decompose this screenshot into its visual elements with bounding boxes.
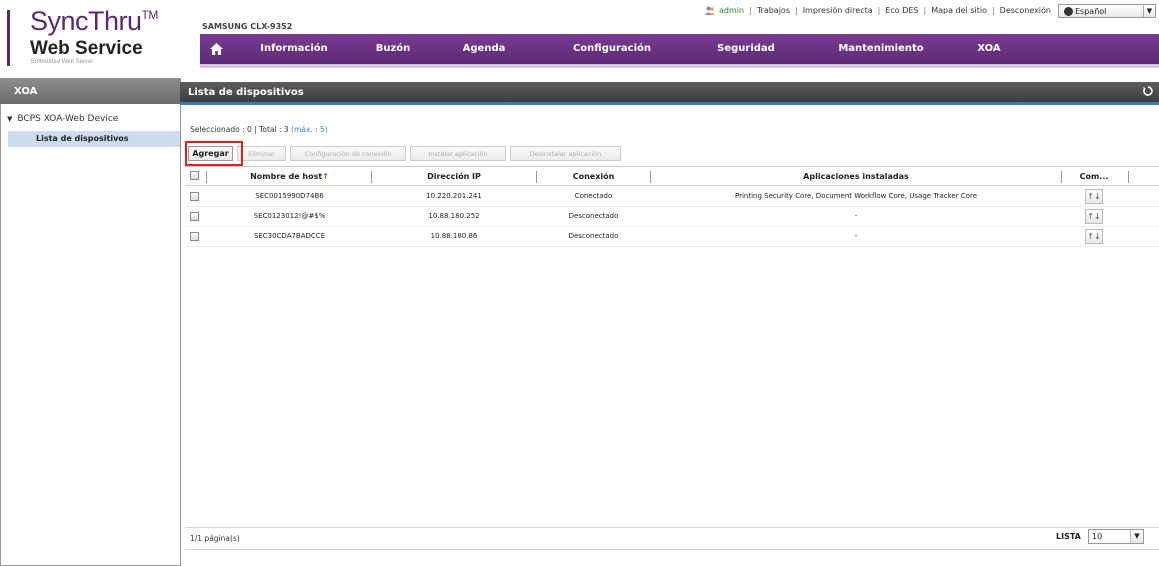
col-header-host[interactable]: Nombre de host↑ <box>207 167 372 186</box>
col-header-apps[interactable]: Aplicaciones instaladas <box>651 167 1061 186</box>
chevron-down-icon: ▼ <box>1130 530 1143 543</box>
refresh-icon[interactable] <box>1143 86 1153 96</box>
list-size-value: 10 <box>1092 532 1103 541</box>
table-header: Nombre de host↑ Dirección IP Conexión Ap… <box>185 166 1159 186</box>
sidebar-item-device-list[interactable]: Lista de dispositivos <box>8 131 180 147</box>
highlight-box <box>185 141 243 166</box>
nav-configuracion[interactable]: Configuración <box>540 34 684 64</box>
cell-ip: 10.88.180.252 <box>428 212 480 220</box>
select-all-checkbox[interactable] <box>190 171 199 180</box>
nav-seguridad[interactable]: Seguridad <box>684 34 808 64</box>
reorder-icon[interactable]: ↑↓ <box>1085 189 1103 204</box>
logo-subtitle: Web Service <box>30 38 143 59</box>
logo-title: SyncThruTM <box>30 6 158 36</box>
cell-apps: - <box>854 212 858 220</box>
delete-button[interactable]: Eliminar <box>237 146 286 161</box>
connection-config-button[interactable]: Configuración de conexión <box>290 146 406 161</box>
page-title: Lista de dispositivos <box>180 82 1159 102</box>
cell-ip: 10.220.201.241 <box>426 192 482 200</box>
home-button[interactable] <box>202 34 230 64</box>
table-row[interactable]: SEC0015990D74B6 10.220.201.241 Conectado… <box>185 187 1159 207</box>
cell-apps: - <box>854 232 858 240</box>
cell-connection: Conectado <box>574 192 613 200</box>
col-header-connection[interactable]: Conexión <box>537 167 650 186</box>
sidebar-title: XOA <box>0 78 181 104</box>
chevron-down-icon: ▼ <box>1143 5 1155 17</box>
sidebar-tree-root[interactable]: ▼ BCPS XOA-Web Device <box>7 114 118 124</box>
cell-ip: 10.88.180.86 <box>430 232 478 240</box>
action-toolbar: Agregar Eliminar Configuración de conexi… <box>188 146 625 161</box>
col-header-ip[interactable]: Dirección IP <box>372 167 536 186</box>
util-link-logout[interactable]: Desconexión <box>1000 6 1051 15</box>
nav-agenda[interactable]: Agenda <box>428 34 540 64</box>
language-value: Español <box>1075 6 1107 16</box>
footer-divider <box>185 527 1159 528</box>
cell-host: SEC0015990D74B6 <box>255 192 324 200</box>
list-size-select[interactable]: 10 ▼ <box>1088 529 1144 544</box>
user-icon <box>705 6 716 15</box>
row-checkbox[interactable] <box>190 232 199 241</box>
globe-icon <box>1064 6 1073 16</box>
cell-apps: Printing Security Core, Document Workflo… <box>735 192 977 200</box>
nav-buzon[interactable]: Buzón <box>358 34 428 64</box>
home-icon <box>209 43 223 55</box>
utility-links: admin | Trabajos | Impresión directa | E… <box>705 6 1051 15</box>
logo-stripe <box>7 10 10 66</box>
expand-caret-icon[interactable]: ▼ <box>7 115 12 123</box>
row-checkbox[interactable] <box>190 212 199 221</box>
title-accent-bar <box>180 102 1159 105</box>
language-select[interactable]: Español ▼ <box>1058 4 1156 18</box>
page-count: 1/1 página(s) <box>190 534 240 543</box>
selection-info: Seleccionado : 0 | Total : 3 (máx. : 5) <box>190 125 328 134</box>
cell-host: SEC30CDA7BADCCE <box>253 232 326 240</box>
uninstall-app-button[interactable]: Desinstalar aplicación <box>510 146 621 161</box>
util-link-jobs[interactable]: Trabajos <box>757 6 790 15</box>
sidebar <box>0 78 181 566</box>
user-link[interactable]: admin <box>719 6 744 15</box>
reorder-icon[interactable]: ↑↓ <box>1085 229 1103 244</box>
device-model: SAMSUNG CLX-9352 <box>202 22 293 31</box>
reorder-icon[interactable]: ↑↓ <box>1085 209 1103 224</box>
footer-bottom-line <box>185 549 1159 550</box>
top-nav: Información Buzón Agenda Configuración S… <box>200 34 1159 64</box>
cell-connection: Desconectado <box>568 232 619 240</box>
util-link-direct-print[interactable]: Impresión directa <box>803 6 873 15</box>
logo-tagline: Embedded Web Server <box>31 59 94 65</box>
row-checkbox[interactable] <box>190 192 199 201</box>
nav-underline <box>200 64 1159 68</box>
util-link-eco-des[interactable]: Eco DES <box>885 6 918 15</box>
cell-host: SEC0123012!@#$% <box>253 212 326 220</box>
logo[interactable]: SyncThruTM Web Service Embedded Web Serv… <box>0 0 180 78</box>
col-header-actions[interactable]: Com... <box>1062 167 1126 186</box>
table-row[interactable]: SEC30CDA7BADCCE 10.88.180.86 Desconectad… <box>185 227 1159 247</box>
table-row[interactable]: SEC0123012!@#$% 10.88.180.252 Desconecta… <box>185 207 1159 227</box>
nav-mantenimiento[interactable]: Mantenimiento <box>808 34 954 64</box>
util-link-sitemap[interactable]: Mapa del sitio <box>931 6 987 15</box>
list-size-label: LISTA <box>1056 532 1081 541</box>
nav-xoa[interactable]: XOA <box>954 34 1024 64</box>
cell-connection: Desconectado <box>568 212 619 220</box>
sort-asc-icon: ↑ <box>322 172 329 181</box>
nav-informacion[interactable]: Información <box>230 34 358 64</box>
install-app-button[interactable]: Instalar aplicación <box>410 146 506 161</box>
